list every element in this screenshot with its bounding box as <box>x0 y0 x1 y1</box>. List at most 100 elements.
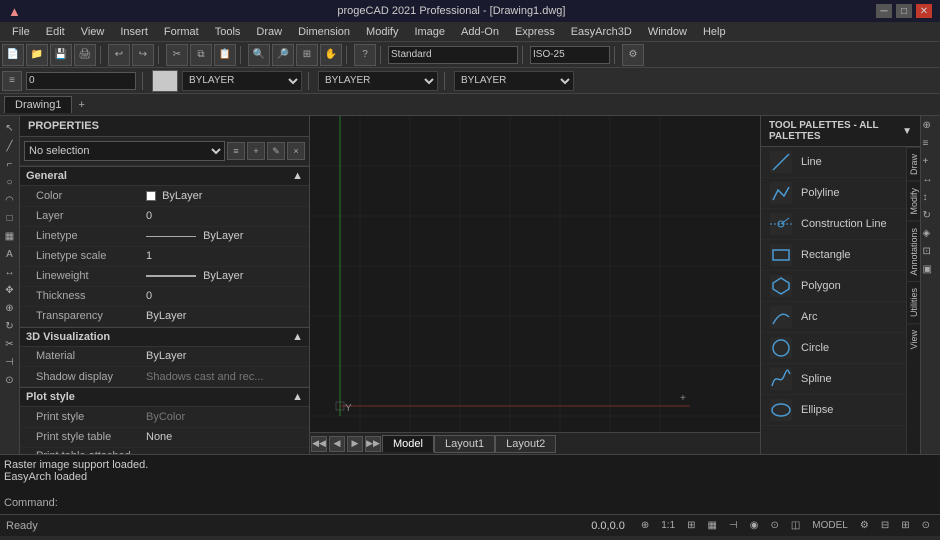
canvas-area[interactable]: [Top] [2D Wireframe] <box>310 116 760 454</box>
tool-polyline[interactable]: Polyline <box>761 178 906 209</box>
menu-image[interactable]: Image <box>406 24 453 40</box>
prop-printtableattached-value[interactable]: Model <box>140 447 309 454</box>
save-button[interactable]: 💾 <box>50 44 72 66</box>
prop-layer-value[interactable]: 0 <box>140 206 309 226</box>
right-icon-7[interactable]: ◈ <box>923 228 939 244</box>
right-icon-9[interactable]: ▣ <box>923 264 939 280</box>
arc-tool[interactable]: ◠ <box>2 192 18 208</box>
side-tab-modify[interactable]: Modify <box>907 181 920 221</box>
status-settings-btn[interactable]: ⚙ <box>856 520 873 531</box>
pan-button[interactable]: ✋ <box>320 44 342 66</box>
general-section-header[interactable]: General ▲ <box>20 166 309 186</box>
copy-tool[interactable]: ⊕ <box>2 300 18 316</box>
prop-linetypescale-value[interactable]: 1 <box>140 246 309 266</box>
menu-window[interactable]: Window <box>640 24 695 40</box>
status-workspaces-btn[interactable]: ⊞ <box>897 520 913 531</box>
print-button[interactable]: 🖨 <box>74 44 96 66</box>
general-collapse-arrow[interactable]: ▲ <box>292 170 303 182</box>
undo-button[interactable]: ↩ <box>108 44 130 66</box>
command-input[interactable] <box>62 497 936 509</box>
props-edit-button[interactable]: ✎ <box>267 142 285 160</box>
select-tool[interactable]: ↖ <box>2 120 18 136</box>
status-ortho-btn[interactable]: ⊣ <box>725 520 742 531</box>
line-tool[interactable]: ╱ <box>2 138 18 154</box>
status-polar-btn[interactable]: ◉ <box>746 520 763 531</box>
tool-polygon[interactable]: Polygon <box>761 271 906 302</box>
tab-nav-first[interactable]: ◀◀ <box>311 436 327 452</box>
rectangle-tool[interactable]: □ <box>2 210 18 226</box>
tool-line[interactable]: Line <box>761 147 906 178</box>
menu-format[interactable]: Format <box>156 24 207 40</box>
rotate-tool[interactable]: ↻ <box>2 318 18 334</box>
viz3d-section-header[interactable]: 3D Visualization ▲ <box>20 327 309 347</box>
tool-rectangle[interactable]: Rectangle <box>761 240 906 271</box>
minimize-button[interactable]: ─ <box>876 4 892 18</box>
menu-modify[interactable]: Modify <box>358 24 406 40</box>
right-icon-4[interactable]: ↔ <box>923 174 939 190</box>
prop-printstyle-value[interactable]: ByColor <box>140 407 309 427</box>
prop-transparency-value[interactable]: ByLayer <box>140 306 309 326</box>
prop-color-value[interactable]: ByLayer <box>140 186 309 206</box>
side-tab-draw[interactable]: Draw <box>907 147 920 181</box>
linetype-bylayer-select[interactable]: BYLAYER <box>318 71 438 91</box>
status-snap-btn[interactable]: ⊕ <box>637 520 653 531</box>
right-icon-3[interactable]: + <box>923 156 939 172</box>
paste-button[interactable]: 📋 <box>214 44 236 66</box>
close-button[interactable]: ✕ <box>916 4 932 18</box>
right-icon-1[interactable]: ⊕ <box>923 120 939 136</box>
plotstyle-collapse-arrow[interactable]: ▲ <box>292 391 303 403</box>
prop-shadow-value[interactable]: Shadows cast and rec... <box>140 367 309 387</box>
prop-lineweight-value[interactable]: ByLayer <box>140 266 309 286</box>
zoom-out-button[interactable]: 🔎 <box>272 44 294 66</box>
side-tab-annotations[interactable]: Annotations <box>907 221 920 282</box>
status-grid-btn[interactable]: ⊞ <box>683 520 699 531</box>
menu-insert[interactable]: Insert <box>112 24 156 40</box>
menu-dimension[interactable]: Dimension <box>290 24 358 40</box>
text-tool[interactable]: A <box>2 246 18 262</box>
status-fullscreen-btn[interactable]: ⊙ <box>918 520 934 531</box>
tab-nav-next[interactable]: ▶ <box>347 436 363 452</box>
move-tool[interactable]: ✥ <box>2 282 18 298</box>
menu-express[interactable]: Express <box>507 24 563 40</box>
right-icon-6[interactable]: ↻ <box>923 210 939 226</box>
status-otrack-btn[interactable]: ◫ <box>787 520 804 531</box>
tool-spline[interactable]: Spline <box>761 364 906 395</box>
doc-tab-drawing1[interactable]: Drawing1 <box>4 96 72 113</box>
menu-addon[interactable]: Add-On <box>453 24 507 40</box>
help-button[interactable]: ? <box>354 44 376 66</box>
extend-tool[interactable]: ⊣ <box>2 354 18 370</box>
tab-layout1[interactable]: Layout1 <box>434 435 495 453</box>
menu-tools[interactable]: Tools <box>207 24 249 40</box>
menu-view[interactable]: View <box>73 24 113 40</box>
menu-draw[interactable]: Draw <box>248 24 290 40</box>
props-add-button[interactable]: + <box>247 142 265 160</box>
cut-button[interactable]: ✂ <box>166 44 188 66</box>
tool-circle[interactable]: Circle <box>761 333 906 364</box>
tool-arc[interactable]: Arc <box>761 302 906 333</box>
prop-linetype-value[interactable]: ByLayer <box>140 226 309 246</box>
status-osnap-btn[interactable]: ⊙ <box>766 520 782 531</box>
drawing-canvas[interactable]: + Y <box>310 116 760 454</box>
circle-tool[interactable]: ○ <box>2 174 18 190</box>
props-menu-button[interactable]: ≡ <box>227 142 245 160</box>
prop-thickness-value[interactable]: 0 <box>140 286 309 306</box>
menu-file[interactable]: File <box>4 24 38 40</box>
right-icon-8[interactable]: ⊡ <box>923 246 939 262</box>
menu-edit[interactable]: Edit <box>38 24 73 40</box>
right-icon-5[interactable]: ↕ <box>923 192 939 208</box>
side-tab-utilities[interactable]: Utilities <box>907 281 920 323</box>
menu-help[interactable]: Help <box>695 24 734 40</box>
standard-select[interactable] <box>388 46 518 64</box>
tab-nav-last[interactable]: ▶▶ <box>365 436 381 452</box>
doc-tab-add[interactable]: + <box>72 97 90 113</box>
tab-layout2[interactable]: Layout2 <box>495 435 556 453</box>
iso-select[interactable] <box>530 46 610 64</box>
properties-selector[interactable]: No selection <box>24 141 225 161</box>
color-button[interactable] <box>152 70 178 92</box>
hatch-tool[interactable]: ▦ <box>2 228 18 244</box>
redo-button[interactable]: ↪ <box>132 44 154 66</box>
layer-input[interactable] <box>26 72 136 90</box>
lineweight-bylayer-select[interactable]: BYLAYER <box>454 71 574 91</box>
palette-close-btn[interactable]: ▼ <box>902 126 912 137</box>
settings-button[interactable]: ⚙ <box>622 44 644 66</box>
